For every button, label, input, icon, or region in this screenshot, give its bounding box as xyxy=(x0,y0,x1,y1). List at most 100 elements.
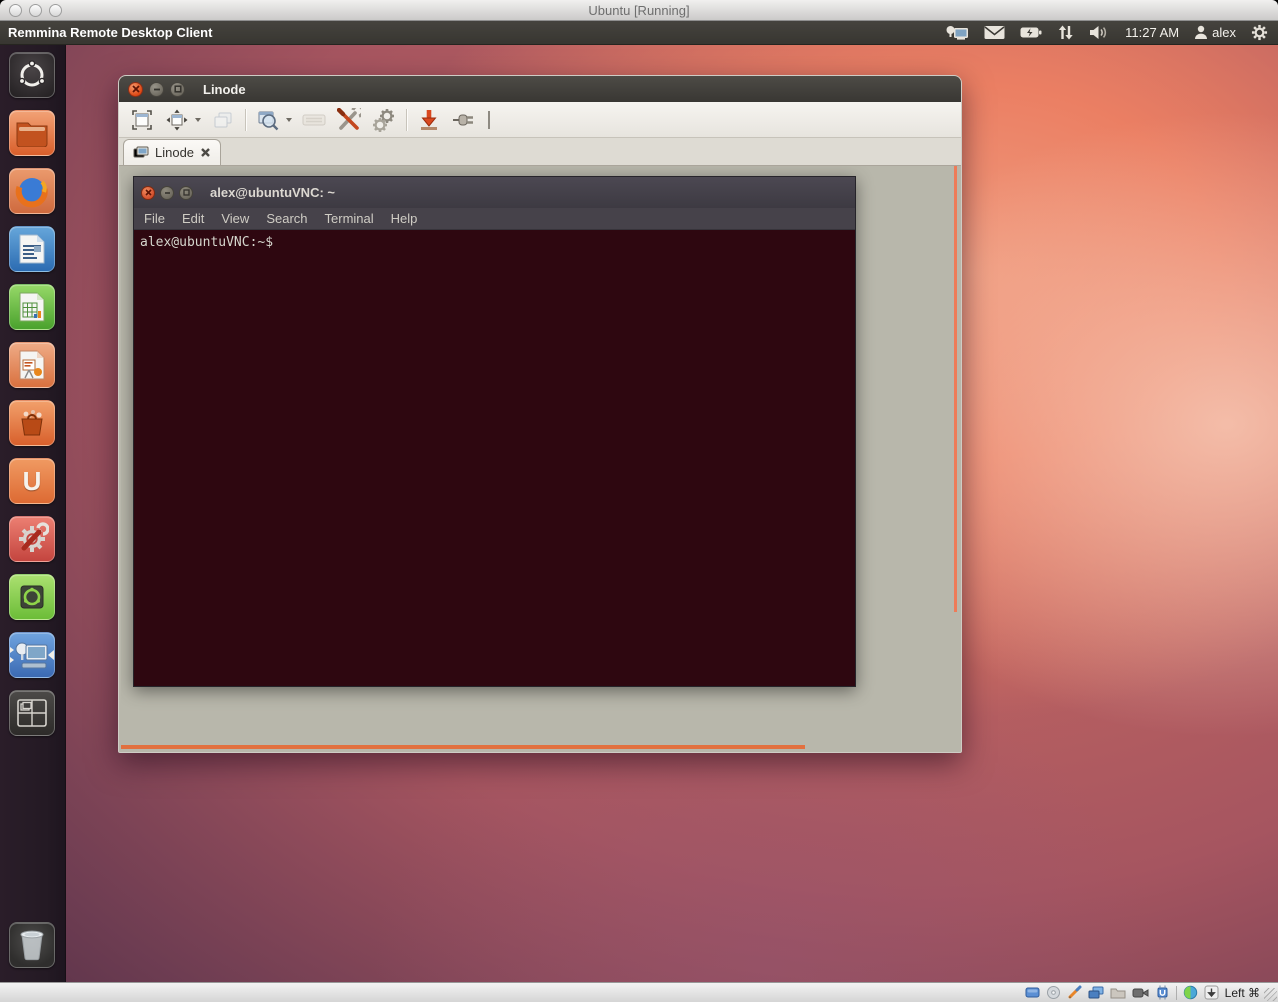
fit-window-icon[interactable] xyxy=(164,107,190,133)
duplicate-connection-icon[interactable] xyxy=(210,107,236,133)
vnc-remote-desktop[interactable]: alex@ubuntuVNC: ~ File Edit View Search … xyxy=(121,166,959,750)
focused-arrow-icon xyxy=(48,650,54,660)
remote-desktop-edge xyxy=(121,745,805,749)
disconnect-icon[interactable] xyxy=(451,107,477,133)
calc-spreadsheet-icon xyxy=(18,291,46,323)
volume-indicator-icon[interactable] xyxy=(1089,25,1110,40)
remote-desktop-indicator-icon[interactable] xyxy=(945,24,969,41)
resize-grip[interactable] xyxy=(1264,988,1277,1001)
fit-window-menu-icon[interactable] xyxy=(195,118,201,122)
launcher-item-ubuntu-one[interactable]: U xyxy=(9,458,55,504)
minimize-button[interactable] xyxy=(149,82,164,97)
video-capture-icon[interactable] xyxy=(1132,987,1149,999)
launcher-item-system-settings[interactable] xyxy=(9,516,55,562)
indicator-area: 11:27 AM alex xyxy=(945,24,1278,41)
shared-folders-icon[interactable] xyxy=(1110,986,1126,999)
scale-menu-icon[interactable] xyxy=(286,118,292,122)
host-window-title: Ubuntu [Running] xyxy=(0,3,1278,18)
firefox-icon xyxy=(15,174,49,208)
traffic-lights xyxy=(9,4,62,17)
launcher-item-libreoffice-calc[interactable] xyxy=(9,284,55,330)
mouse-integration-icon[interactable] xyxy=(1183,985,1198,1000)
terminal-window-title: alex@ubuntuVNC: ~ xyxy=(210,185,335,200)
statusbar-separator xyxy=(1176,986,1177,1000)
host-key-label: Left ⌘ xyxy=(1225,986,1260,1000)
optical-drives-icon[interactable] xyxy=(1046,985,1061,1000)
toolbar-separator xyxy=(406,109,407,131)
iconify-icon[interactable] xyxy=(416,107,442,133)
menu-view[interactable]: View xyxy=(221,211,249,226)
close-button[interactable] xyxy=(128,82,143,97)
menu-search[interactable]: Search xyxy=(266,211,307,226)
launcher-item-home-folder[interactable] xyxy=(9,110,55,156)
battery-indicator-icon[interactable] xyxy=(1020,26,1042,39)
launcher-item-workspace-switcher[interactable] xyxy=(9,690,55,736)
connection-icon xyxy=(133,146,149,159)
running-pip-icon xyxy=(10,647,14,653)
launcher-item-remmina[interactable] xyxy=(9,632,55,678)
menu-edit[interactable]: Edit xyxy=(182,211,204,226)
terminal-close-button[interactable] xyxy=(141,186,155,200)
user-menu[interactable]: alex xyxy=(1194,25,1236,40)
ubuntu-one-glyph: U xyxy=(23,466,42,497)
menu-file[interactable]: File xyxy=(144,211,165,226)
launcher-item-dash-home[interactable] xyxy=(9,52,55,98)
host-close-button[interactable] xyxy=(9,4,22,17)
tab-close-icon[interactable] xyxy=(200,147,211,158)
launcher-item-trash[interactable] xyxy=(9,922,55,968)
writer-document-icon xyxy=(18,233,46,265)
session-gear-icon[interactable] xyxy=(1251,24,1268,41)
folder-icon xyxy=(15,119,49,147)
pen-icon[interactable] xyxy=(1067,985,1082,1000)
ubuntu-logo-icon xyxy=(17,60,47,90)
focused-app-title: Remmina Remote Desktop Client xyxy=(8,25,212,40)
launcher-item-ubuntu-software-center[interactable] xyxy=(9,400,55,446)
impress-presentation-icon xyxy=(18,349,46,381)
grab-keyboard-icon[interactable] xyxy=(301,107,327,133)
displays-icon[interactable] xyxy=(1088,985,1104,1000)
remmina-window-title: Linode xyxy=(203,82,246,97)
user-icon xyxy=(1194,25,1208,40)
drivers-chip-icon xyxy=(16,581,48,613)
launcher-item-libreoffice-impress[interactable] xyxy=(9,342,55,388)
tools-icon[interactable] xyxy=(336,107,362,133)
menu-terminal[interactable]: Terminal xyxy=(325,211,374,226)
host-minimize-button[interactable] xyxy=(29,4,42,17)
remmina-icon xyxy=(14,639,50,671)
remote-terminal-window[interactable]: alex@ubuntuVNC: ~ File Edit View Search … xyxy=(133,176,856,687)
preferences-icon[interactable] xyxy=(371,107,397,133)
terminal-titlebar[interactable]: alex@ubuntuVNC: ~ xyxy=(134,177,855,208)
host-zoom-button[interactable] xyxy=(49,4,62,17)
terminal-menubar: File Edit View Search Terminal Help xyxy=(134,208,855,230)
menu-help[interactable]: Help xyxy=(391,211,418,226)
keyboard-capture-icon[interactable] xyxy=(1204,985,1219,1000)
software-center-bag-icon xyxy=(16,407,48,439)
toolbar-separator xyxy=(245,109,246,131)
clock[interactable]: 11:27 AM xyxy=(1125,25,1179,40)
ubuntu-top-panel: Remmina Remote Desktop Client xyxy=(0,21,1278,45)
remmina-titlebar[interactable]: Linode xyxy=(119,76,961,102)
toggle-scaled-mode-icon[interactable] xyxy=(255,107,281,133)
launcher-item-libreoffice-writer[interactable] xyxy=(9,226,55,272)
maximize-button[interactable] xyxy=(170,82,185,97)
toggle-fullscreen-icon[interactable] xyxy=(129,107,155,133)
terminal-maximize-button[interactable] xyxy=(179,186,193,200)
remmina-tabbar: Linode xyxy=(119,138,961,166)
launcher-item-additional-drivers[interactable] xyxy=(9,574,55,620)
trash-icon xyxy=(17,929,47,961)
network-traffic-indicator-icon[interactable] xyxy=(1057,25,1074,40)
remmina-window[interactable]: Linode xyxy=(118,75,962,753)
window-buttons xyxy=(128,82,185,97)
launcher-item-firefox[interactable] xyxy=(9,168,55,214)
tab-linode[interactable]: Linode xyxy=(123,139,221,165)
vm-screen: Remmina Remote Desktop Client xyxy=(0,21,1278,982)
terminal-body[interactable]: alex@ubuntuVNC:~$ xyxy=(134,230,855,686)
unity-launcher: U xyxy=(0,45,66,982)
vbox-statusbar: Left ⌘ xyxy=(0,982,1278,1002)
features-chip-icon[interactable] xyxy=(1155,985,1170,1000)
terminal-minimize-button[interactable] xyxy=(160,186,174,200)
mail-indicator-icon[interactable] xyxy=(984,25,1005,40)
username: alex xyxy=(1212,25,1236,40)
hard-disks-icon[interactable] xyxy=(1025,985,1040,1000)
toolbar-grip xyxy=(488,111,490,129)
